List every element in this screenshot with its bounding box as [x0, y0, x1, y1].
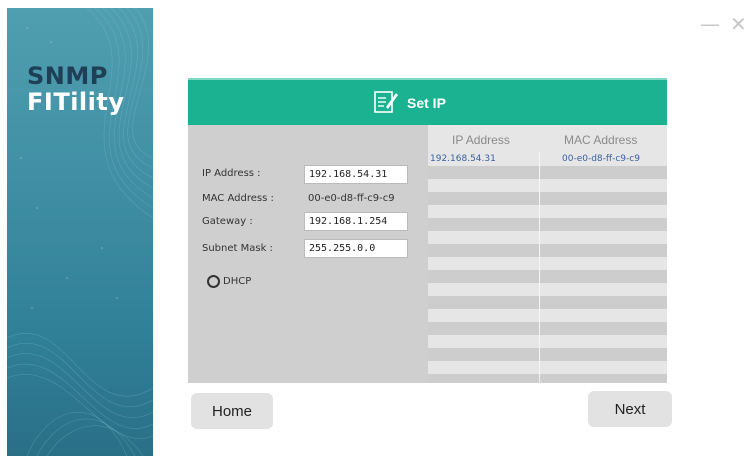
table-row[interactable]	[428, 244, 667, 257]
brand-sidebar: SNMP FITility	[7, 8, 153, 456]
logo-line-1: SNMP	[27, 62, 108, 90]
table-row[interactable]	[428, 283, 667, 296]
dhcp-label: DHCP	[223, 276, 252, 287]
ip-address-input[interactable]: 192.168.54.31	[304, 165, 408, 184]
mac-address-value: 00-e0-d8-ff-c9-c9	[308, 193, 395, 204]
gateway-input[interactable]: 192.168.1.254	[304, 212, 408, 231]
table-row[interactable]	[428, 166, 667, 179]
table-row[interactable]	[428, 296, 667, 309]
column-divider	[539, 152, 540, 383]
table-row[interactable]	[428, 348, 667, 361]
table-row[interactable]	[428, 309, 667, 322]
table-cell-ip: 192.168.54.31	[430, 154, 496, 164]
ip-address-label: IP Address :	[202, 168, 261, 179]
dialog-header: Set IP	[188, 78, 667, 125]
edit-form-icon	[373, 89, 399, 119]
column-header-ip: IP Address	[452, 133, 510, 147]
radio-icon[interactable]	[207, 275, 220, 288]
app-logo: SNMP FITility	[27, 63, 125, 115]
table-row[interactable]	[428, 218, 667, 231]
table-row[interactable]	[428, 179, 667, 192]
table-row[interactable]	[428, 361, 667, 374]
column-header-mac: MAC Address	[564, 133, 638, 147]
minimize-icon[interactable]: —	[700, 14, 720, 34]
table-row[interactable]	[428, 335, 667, 348]
gateway-label: Gateway :	[202, 216, 253, 227]
table-row[interactable]	[428, 192, 667, 205]
table-row[interactable]	[428, 270, 667, 283]
subnet-mask-input[interactable]: 255.255.0.0	[304, 239, 408, 258]
set-ip-dialog: Set IP IP Address : 192.168.54.31 MAC Ad…	[188, 78, 667, 383]
close-icon[interactable]: ✕	[730, 14, 747, 34]
next-button[interactable]: Next	[588, 391, 672, 427]
table-row[interactable]	[428, 257, 667, 270]
device-table: IP Address MAC Address 192.168.54.31 00-…	[428, 125, 667, 383]
dhcp-radio[interactable]: DHCP	[207, 275, 251, 288]
subnet-mask-label: Subnet Mask :	[202, 243, 273, 254]
app-window: SNMP FITility — ✕ Set IP IP Address : 19…	[0, 0, 753, 458]
table-row[interactable]	[428, 374, 667, 383]
table-row[interactable]	[428, 205, 667, 218]
home-button[interactable]: Home	[191, 393, 273, 429]
table-row[interactable]	[428, 322, 667, 335]
table-row[interactable]: 192.168.54.31 00-e0-d8-ff-c9-c9	[428, 153, 667, 166]
table-cell-mac: 00-e0-d8-ff-c9-c9	[562, 154, 640, 164]
logo-line-2: FITility	[27, 88, 125, 116]
table-row[interactable]	[428, 231, 667, 244]
mac-address-label: MAC Address :	[202, 193, 274, 204]
dialog-title: Set IP	[407, 95, 446, 111]
